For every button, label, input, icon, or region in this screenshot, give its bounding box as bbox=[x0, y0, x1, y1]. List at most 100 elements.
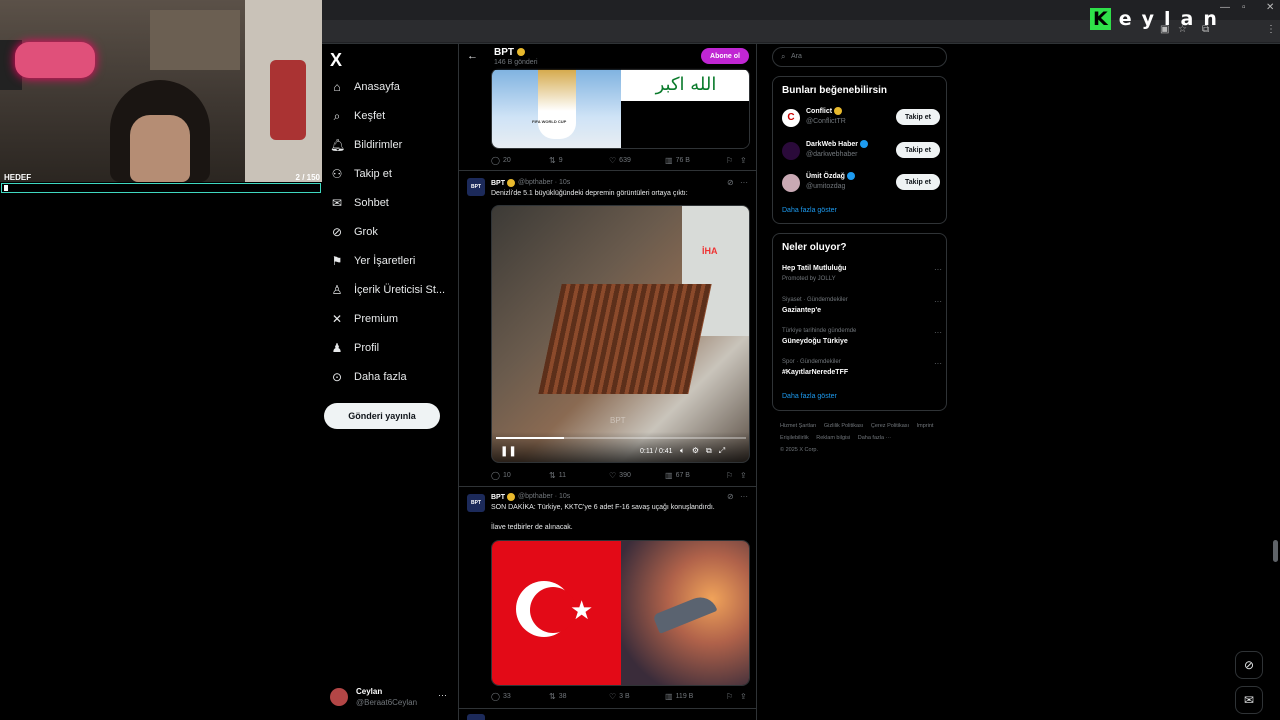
footer-link[interactable]: Daha fazla ··· bbox=[858, 435, 891, 441]
x-logo-icon[interactable]: X bbox=[330, 50, 342, 71]
footer-link[interactable]: Reklam bilgisi bbox=[816, 435, 850, 441]
nav-item-chat[interactable]: ✉ Sohbet bbox=[330, 192, 389, 214]
follow-button[interactable]: Takip et bbox=[896, 174, 940, 190]
pause-icon[interactable]: ❚❚ bbox=[500, 446, 517, 457]
bookmark-button[interactable]: ⚐ bbox=[726, 156, 736, 165]
grok-icon[interactable]: ⊘ bbox=[727, 178, 734, 187]
avatar[interactable]: BPT bbox=[467, 494, 485, 512]
back-arrow-icon[interactable]: ← bbox=[467, 50, 478, 62]
more-icon[interactable]: ··· bbox=[934, 328, 942, 337]
author-handle[interactable]: @bpthaber bbox=[518, 179, 553, 186]
show-more-link[interactable]: Daha fazla göster bbox=[782, 393, 837, 400]
sidebar-nav: X ⌂ Anasayfa ⌕ Keşfet 🔔︎ Bildirimler ⚇ Takip… bbox=[322, 44, 458, 720]
bookmark-button[interactable]: ⚐ bbox=[726, 471, 736, 480]
messages-fab-icon[interactable]: ✉ bbox=[1235, 686, 1263, 714]
page-scrollbar[interactable] bbox=[1273, 540, 1278, 562]
reply-button[interactable]: ◯ 10 bbox=[491, 471, 511, 480]
suggestion-item[interactable]: DarkWeb Haber @darkwebhaber Takip et bbox=[782, 138, 942, 164]
nav-item-more[interactable]: ⊙ Daha fazla bbox=[330, 366, 407, 388]
trend-context: Türkiye tarihinde gündemde bbox=[782, 328, 857, 334]
author-handle[interactable]: @bpthaber bbox=[518, 493, 553, 500]
trend-item[interactable]: Türkiye tarihinde gündemde Güneydoğu Tür… bbox=[782, 328, 942, 352]
account-switcher[interactable]: Ceylan @Beraat6Ceylan ··· bbox=[330, 684, 456, 712]
more-icon[interactable]: ··· bbox=[438, 690, 447, 700]
trend-item[interactable]: Spor · Gündemdekiler #KayıtlarNeredeTFF … bbox=[782, 359, 942, 383]
repost-button[interactable]: ⇅ 9 bbox=[549, 156, 563, 165]
tweet-time[interactable]: 10s bbox=[559, 493, 570, 500]
post-button[interactable]: Gönderi yayınla bbox=[324, 403, 440, 429]
tweet-author[interactable]: BPT bbox=[491, 493, 515, 501]
trend-context: Spor · Gündemdekiler bbox=[782, 359, 841, 365]
like-button[interactable]: ♡ 390 bbox=[609, 471, 631, 480]
trend-item[interactable]: Hep Tatil Mutluluğu Promoted by JOLLY ··… bbox=[782, 265, 942, 289]
grok-icon[interactable]: ⊘ bbox=[727, 492, 734, 501]
tweet-time[interactable]: 10s bbox=[559, 179, 570, 186]
tweet-media[interactable]: FIFA WORLD CUP الله اكبر bbox=[491, 68, 750, 149]
nav-item-explore[interactable]: ⌕ Keşfet bbox=[330, 105, 386, 127]
suggestion-item[interactable]: C Conflict @ConflictTR Takip et bbox=[782, 105, 942, 131]
share-button[interactable]: ⇪ bbox=[740, 471, 750, 480]
reply-icon: ◯ bbox=[491, 156, 500, 165]
reply-icon: ◯ bbox=[491, 692, 500, 701]
footer-link[interactable]: Imprint bbox=[917, 423, 934, 429]
more-icon[interactable]: ··· bbox=[934, 265, 942, 274]
menu-icon[interactable]: ⋮ bbox=[1266, 24, 1276, 35]
views-button[interactable]: ▥ 119 B bbox=[665, 692, 693, 701]
suggestion-handle: @umitozdag bbox=[806, 183, 846, 190]
footer-link[interactable]: Çerez Politikası bbox=[871, 423, 909, 429]
repost-button[interactable]: ⇅ 38 bbox=[549, 692, 567, 701]
nav-item-grok[interactable]: ⊘ Grok bbox=[330, 221, 378, 243]
avatar[interactable]: BPT bbox=[467, 178, 485, 196]
reply-button[interactable]: ◯ 20 bbox=[491, 156, 511, 165]
bookmark-button[interactable]: ⚐ bbox=[726, 692, 736, 701]
tweet-author[interactable]: BPT bbox=[491, 179, 515, 187]
close-icon[interactable]: ✕ bbox=[1266, 2, 1274, 13]
nav-item-creator-studio[interactable]: ♙ İçerik Üreticisi St... bbox=[330, 279, 445, 301]
volume-icon[interactable]: 🔈︎ bbox=[680, 446, 692, 455]
share-button[interactable]: ⇪ bbox=[740, 156, 750, 165]
share-button[interactable]: ⇪ bbox=[740, 692, 750, 701]
like-button[interactable]: ♡ 3 B bbox=[609, 692, 630, 701]
restore-icon[interactable]: ▫ bbox=[1242, 2, 1246, 13]
nav-item-profile[interactable]: ♟ Profil bbox=[330, 337, 379, 359]
nav-item-follow[interactable]: ⚇ Takip et bbox=[330, 163, 392, 185]
nav-item-premium[interactable]: ✕ Premium bbox=[330, 308, 398, 330]
search-input[interactable]: ⌕ Ara bbox=[772, 47, 947, 67]
more-icon[interactable]: ··· bbox=[934, 297, 942, 306]
suggestion-item[interactable]: Ümit Özdağ @umitozdag Takip et bbox=[782, 170, 942, 196]
trends-card: Neler oluyor? Hep Tatil Mutluluğu Promot… bbox=[772, 233, 947, 411]
footer-links: Hizmet Şartları Gizlilik Politikası Çere… bbox=[780, 420, 945, 456]
repost-button[interactable]: ⇅ 11 bbox=[549, 471, 566, 480]
fullscreen-icon[interactable]: ⤢ bbox=[719, 446, 732, 455]
like-button[interactable]: ♡ 639 bbox=[609, 156, 631, 165]
more-icon[interactable]: ··· bbox=[740, 178, 748, 187]
nav-item-notifications[interactable]: 🔔︎ Bildirimler bbox=[330, 134, 402, 156]
trend-item[interactable]: Siyaset · Gündemdekiler Gaziantep'e ··· bbox=[782, 297, 942, 321]
more-icon[interactable]: ··· bbox=[934, 359, 942, 368]
video-progress-bar[interactable] bbox=[496, 437, 746, 439]
share-icon: ⇪ bbox=[740, 156, 747, 165]
nav-item-home[interactable]: ⌂ Anasayfa bbox=[330, 76, 400, 98]
reply-count: 33 bbox=[502, 693, 511, 700]
footer-link[interactable]: Gizlilik Politikası bbox=[824, 423, 863, 429]
follow-button[interactable]: Takip et bbox=[896, 142, 940, 158]
subscribe-button[interactable]: Abone ol bbox=[701, 48, 749, 64]
video-player[interactable]: İHA BPT ❚❚ 0:11 / 0:41 🔈︎⚙⧉⤢ bbox=[491, 205, 750, 463]
footer-link[interactable]: Erişilebilirlik bbox=[780, 435, 809, 441]
footer-link[interactable]: Hizmet Şartları bbox=[780, 423, 816, 429]
pip-icon[interactable]: ⧉ bbox=[706, 446, 719, 455]
author-name: BPT bbox=[491, 493, 505, 501]
grok-fab-icon[interactable]: ⊘ bbox=[1235, 651, 1263, 679]
views-button[interactable]: ▥ 76 B bbox=[665, 156, 690, 165]
avatar[interactable] bbox=[467, 714, 485, 720]
more-icon[interactable]: ··· bbox=[740, 492, 748, 501]
show-more-link[interactable]: Daha fazla göster bbox=[782, 207, 837, 214]
video-control-icons[interactable]: 🔈︎⚙⧉⤢ bbox=[680, 446, 732, 456]
views-button[interactable]: ▥ 67 B bbox=[665, 471, 690, 480]
tweet-media[interactable]: ★ bbox=[491, 540, 750, 686]
reply-button[interactable]: ◯ 33 bbox=[491, 692, 511, 701]
follow-button[interactable]: Takip et bbox=[896, 109, 940, 125]
nav-item-bookmarks[interactable]: ⚑ Yer İşaretleri bbox=[330, 250, 416, 272]
trend-promo: Promoted by JOLLY bbox=[782, 276, 836, 282]
settings-icon[interactable]: ⚙ bbox=[692, 446, 706, 455]
